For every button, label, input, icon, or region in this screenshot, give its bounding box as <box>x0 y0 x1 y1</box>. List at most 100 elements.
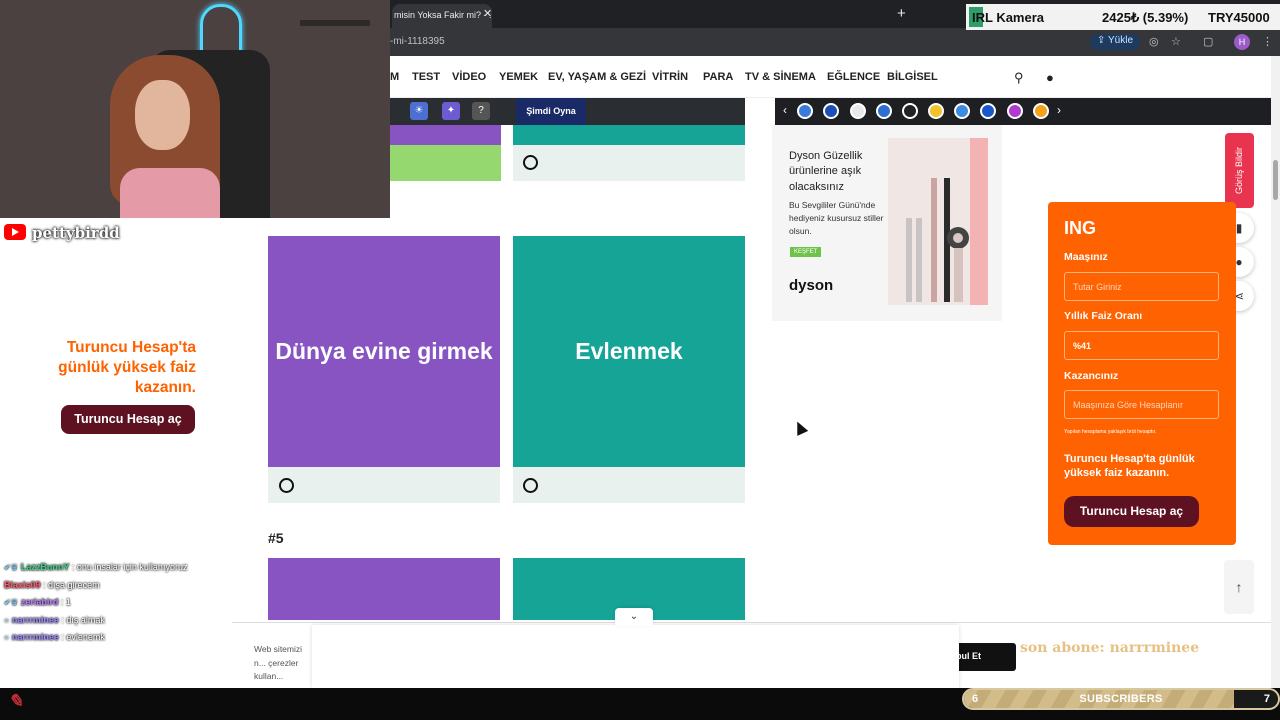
discover-tag[interactable]: KEŞFET <box>790 247 822 257</box>
quiz-option-card[interactable]: Dünya evine girmek <box>268 236 500 467</box>
chat-message: ○ narrrminee : dış almak <box>4 614 105 625</box>
left-ad-button[interactable]: Turuncu Hesap aç <box>61 405 195 434</box>
left-ad-text: Turuncu Hesap'ta günlük yüksek faiz kaza… <box>58 339 196 397</box>
story-item-icon[interactable] <box>823 103 839 119</box>
story-item-icon[interactable] <box>928 103 944 119</box>
story-item-icon[interactable] <box>1007 103 1023 119</box>
nav-item-vitrin[interactable]: VİTRİN <box>652 71 688 83</box>
last-subscriber: son abone: narrrminee <box>1020 640 1200 656</box>
chat-message: ✔︎♛ zeriabird : 1 <box>4 597 71 607</box>
story-item-icon[interactable] <box>797 103 813 119</box>
salary-input[interactable]: Tutar Giriniz <box>1064 272 1219 301</box>
story-item-icon[interactable] <box>1033 103 1049 119</box>
nav-item-para[interactable]: PARA <box>703 71 733 83</box>
star-icon[interactable]: ☆ <box>1171 35 1181 48</box>
room-shelf <box>300 20 370 26</box>
question-icon[interactable]: ? <box>472 102 490 120</box>
page-scrollbar[interactable] <box>1271 56 1280 688</box>
chat-message: ○ narrrminee : evlenemk <box>4 632 105 642</box>
quiz-answer-bar[interactable] <box>268 467 500 503</box>
product-image <box>888 138 988 305</box>
scroll-top-button[interactable]: ↑ <box>1224 560 1254 614</box>
open-account-button[interactable]: Turuncu Hesap aç <box>1064 496 1199 527</box>
earnings-output: Maaşınıza Göre Hesaplanır <box>1064 390 1219 419</box>
install-button[interactable]: ⇪ Yükle <box>1090 34 1140 50</box>
ticker-price: 2425₺ (5.39%) <box>1102 10 1189 25</box>
eye-off-icon[interactable]: ◎ <box>1149 35 1159 48</box>
chat-badges: ○ <box>4 615 9 625</box>
prev-card-top[interactable] <box>513 125 745 145</box>
dyson-headline: Dyson Güzellik ürünlerine aşık olacaksın… <box>789 150 863 193</box>
donation-ticker: IRL Kamera 2425₺ (5.39%) TRY45000 <box>966 4 1280 30</box>
chevron-right-icon[interactable]: › <box>1057 103 1061 117</box>
prev-answer-bar[interactable] <box>513 145 745 181</box>
sun-icon[interactable]: ☀ <box>410 102 428 120</box>
story-item-icon[interactable] <box>876 103 892 119</box>
stream-chat: ✔︎♛ LazzBunnY : onu insalar için kullanıy… <box>4 559 244 647</box>
dyson-subtext: Bu Sevgililer Günü'nde hediyeniz kusursu… <box>789 200 884 236</box>
next-quiz-card[interactable] <box>268 558 500 620</box>
salary-label: Maaşınız <box>1064 251 1108 263</box>
new-tab-icon[interactable]: + <box>897 5 906 22</box>
streamer-face <box>135 80 190 150</box>
chat-text: evlenemk <box>66 632 105 642</box>
chevron-left-icon[interactable]: ‹ <box>783 103 787 117</box>
feedback-tab[interactable]: Görüş Bildir <box>1225 133 1254 208</box>
chat-text: dış almak <box>66 614 105 625</box>
channel-name: pettybirdd <box>4 222 120 242</box>
ing-logo: ING <box>1064 218 1097 238</box>
channel-name-text: pettybirdd <box>32 224 120 242</box>
answer-radio[interactable] <box>523 478 538 493</box>
mouse-cursor <box>791 419 809 436</box>
cookie-text: Web sitemizi n... çerezler kullan... <box>254 644 303 682</box>
nav-item-test[interactable]: TEST <box>412 71 440 83</box>
url-field[interactable]: -mi-1118395 <box>390 36 445 47</box>
nav-item-ev-yasam[interactable]: EV, YAŞAM & GEZİ <box>548 71 646 83</box>
close-tab-icon[interactable]: ✕ <box>483 7 492 20</box>
search-icon[interactable]: ⚲ <box>1014 70 1024 86</box>
earnings-label: Kazancınız <box>1064 370 1119 382</box>
browser-tab[interactable]: misin Yoksa Fakir mi? - ... <box>392 4 492 28</box>
prev-answer-bar[interactable] <box>390 145 501 181</box>
chevron-down-icon[interactable]: ⌄ <box>615 608 653 626</box>
story-item-icon[interactable] <box>980 103 996 119</box>
extensions-icon[interactable]: ▢ <box>1203 35 1213 48</box>
nav-item-tv-sinema[interactable]: TV & SİNEMA <box>745 71 816 83</box>
chat-text: dışa girecem <box>48 579 100 590</box>
rate-input[interactable]: %41 <box>1064 331 1219 360</box>
nav-item-bilgisel[interactable]: BİLGİSEL <box>887 71 938 83</box>
ing-calculator-ad: ING Maaşınız Tutar Giriniz Yıllık Faiz O… <box>1048 202 1236 545</box>
nav-item-yemek[interactable]: YEMEK <box>499 71 538 83</box>
prev-card-top[interactable] <box>390 125 501 145</box>
nav-item-eglence[interactable]: EĞLENCE <box>827 71 880 83</box>
chat-user: narrrminee <box>11 632 59 642</box>
menu-icon[interactable]: ⋮ <box>1262 35 1273 48</box>
chat-badges: ○ <box>4 633 9 642</box>
nav-item-partial[interactable]: M <box>390 71 399 83</box>
quiz-answer-bar[interactable] <box>513 467 745 503</box>
chat-user: Blaxis09 <box>4 579 41 590</box>
scrollbar-thumb[interactable] <box>1273 160 1278 200</box>
chat-user: zeriabird <box>20 597 59 607</box>
play-now-button[interactable]: Şimdi Oyna <box>516 98 586 125</box>
answer-radio[interactable] <box>279 478 294 493</box>
quiz-option-card[interactable]: Evlenmek <box>513 236 745 467</box>
nav-item-video[interactable]: VİDEO <box>452 71 486 83</box>
ticker-label: IRL Kamera <box>972 10 1045 25</box>
chat-user: LazzBunnY <box>20 562 70 572</box>
story-item-icon[interactable] <box>902 103 918 119</box>
story-item-icon[interactable] <box>850 103 866 119</box>
subscriber-label: SUBSCRIBERS <box>1079 693 1163 705</box>
sparkle-icon[interactable]: ✦ <box>442 102 460 120</box>
story-item-icon[interactable] <box>954 103 970 119</box>
answer-radio[interactable] <box>523 155 538 170</box>
dyson-ad[interactable]: Dyson Güzellik ürünlerine aşık olacaksın… <box>772 125 1002 321</box>
user-icon[interactable]: ● <box>1046 70 1054 85</box>
story-bar: ‹ › <box>775 98 1280 125</box>
site-nav: M TEST VİDEO YEMEK EV, YAŞAM & GEZİ VİTR… <box>390 56 1280 98</box>
ticker-goal: TRY45000 <box>1208 10 1270 25</box>
install-label: Yükle <box>1107 35 1133 46</box>
dyson-logo: dyson <box>789 277 834 294</box>
profile-avatar[interactable]: H <box>1234 34 1250 50</box>
chat-badges: ✔︎♛ <box>4 563 18 572</box>
